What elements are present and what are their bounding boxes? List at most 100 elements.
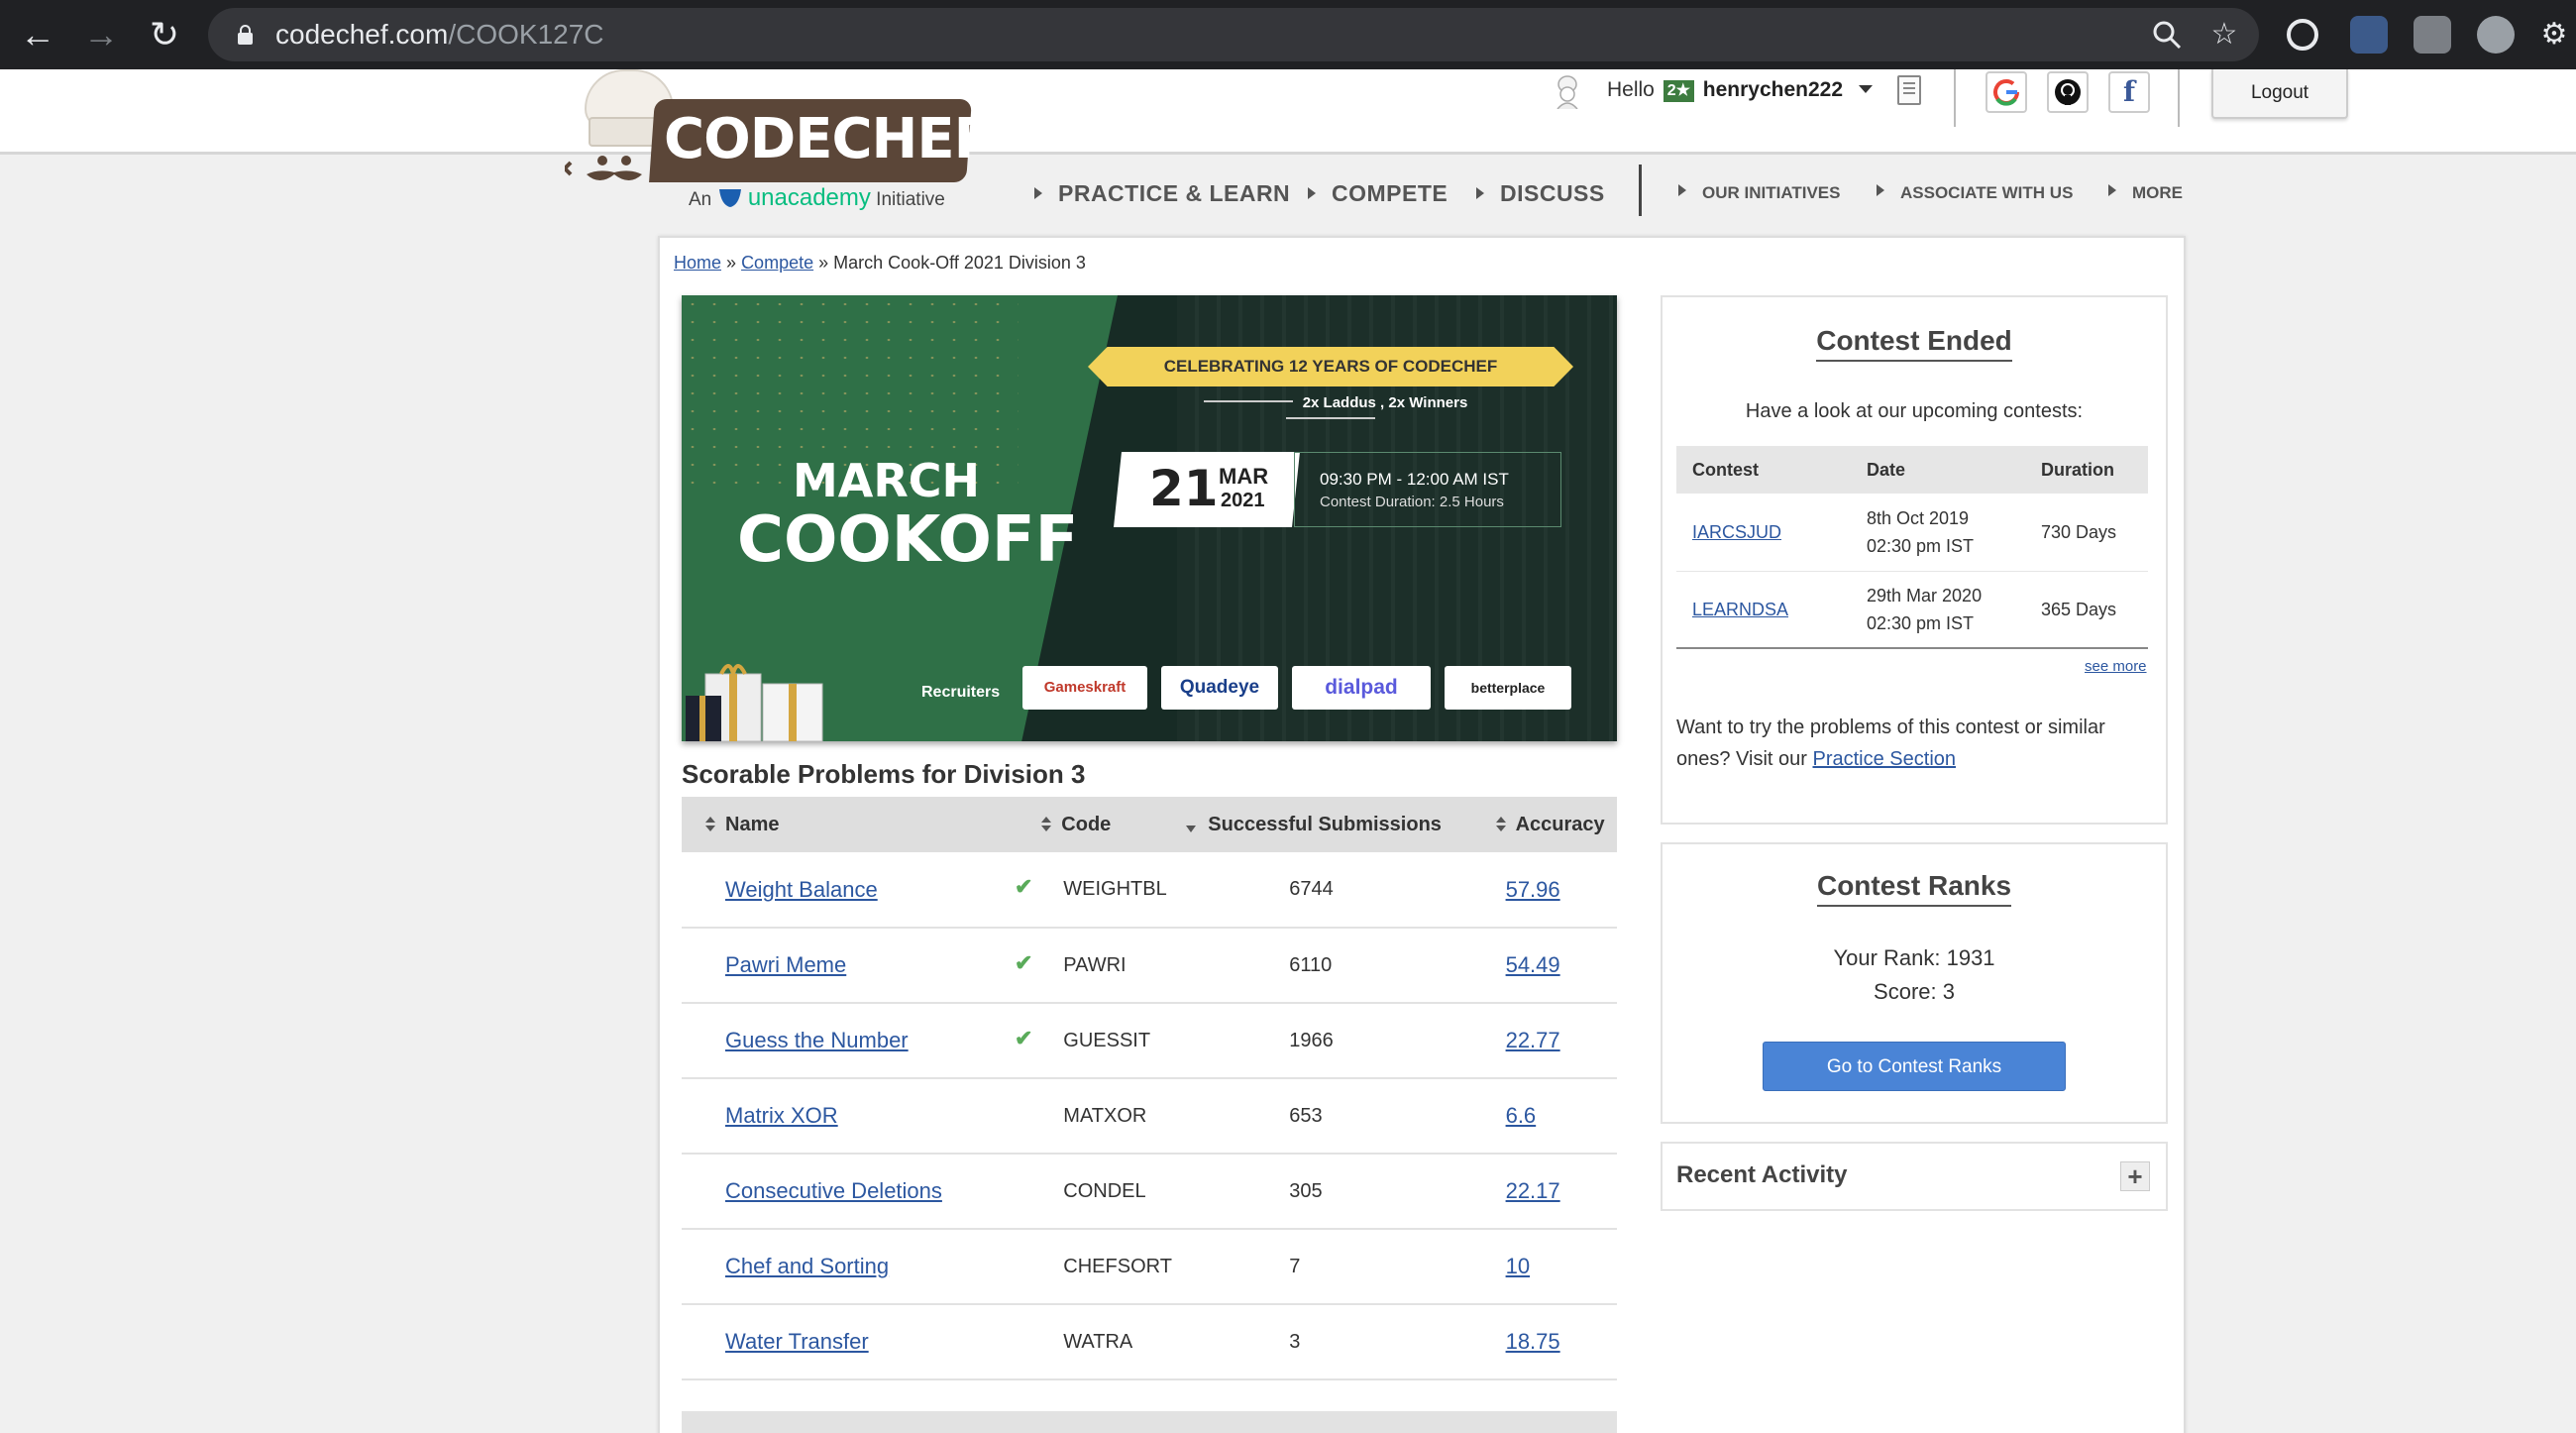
col-code[interactable]: Code	[1004, 797, 1181, 852]
nav-compete[interactable]: COMPETE	[1308, 178, 1448, 208]
banner-month: MAR	[1219, 464, 1269, 489]
problem-code: MATXOR	[1004, 1078, 1181, 1155]
practice-prompt: Want to try the problems of this contest…	[1676, 716, 2105, 770]
problem-code: CHEFSORT	[1004, 1229, 1181, 1305]
practice-section-link[interactable]: Practice Section	[1813, 748, 1957, 770]
address-bar[interactable]: codechef.com/COOK127C ☆	[208, 8, 2259, 61]
breadcrumb-compete[interactable]: Compete	[741, 253, 813, 273]
extension-sword-icon[interactable]	[2350, 16, 2388, 54]
accuracy-link[interactable]: 54.49	[1506, 952, 1560, 977]
your-rank: Your Rank: 1931	[1833, 945, 1995, 970]
bookmark-star-icon[interactable]: ☆	[2207, 18, 2241, 52]
accuracy-link[interactable]: 22.17	[1506, 1178, 1560, 1203]
solved-check-icon: ✔	[1015, 874, 1033, 899]
problem-link[interactable]: Pawri Meme	[725, 952, 846, 977]
problem-link[interactable]: Chef and Sorting	[725, 1254, 889, 1278]
sort-desc-icon	[1186, 825, 1197, 832]
contest-duration-cell: 365 Days	[2025, 571, 2148, 649]
expand-plus-icon[interactable]: +	[2120, 1161, 2150, 1191]
banner-year: 2021	[1221, 490, 1265, 511]
problem-link[interactable]: Water Transfer	[725, 1329, 869, 1354]
problem-link[interactable]: Weight Balance	[725, 877, 878, 902]
table-row: IARCSJUD 8th Oct 2019 02:30 pm IST 730 Days	[1676, 494, 2148, 572]
problem-code: CONDEL	[1004, 1154, 1181, 1230]
banner-recruiters-label: Recruiters	[921, 684, 1001, 701]
submission-count: 6110	[1180, 928, 1482, 1004]
breadcrumb-home[interactable]: Home	[674, 253, 721, 273]
breadcrumb-current: March Cook-Off 2021 Division 3	[833, 253, 1086, 273]
submission-count: 653	[1180, 1078, 1482, 1155]
accuracy-cell: 6.6	[1481, 1078, 1617, 1155]
problem-link[interactable]: Consecutive Deletions	[725, 1178, 942, 1203]
nav-practice-learn[interactable]: PRACTICE & LEARN	[1034, 178, 1290, 208]
see-more-link[interactable]: see more	[2085, 658, 2147, 675]
accuracy-link[interactable]: 18.75	[1506, 1329, 1560, 1354]
unacademy-tagline: An unacademy Initiative	[689, 184, 945, 211]
facebook-icon[interactable]: f	[2108, 71, 2150, 113]
github-icon[interactable]	[2047, 71, 2089, 113]
submission-count: 7	[1180, 1229, 1482, 1305]
go-to-contest-ranks-button[interactable]: Go to Contest Ranks	[1763, 1042, 2066, 1091]
user-menu[interactable]: Hello 2★ henrychen222	[1607, 75, 1873, 105]
nav-our-initiatives[interactable]: OUR INITIATIVES	[1678, 178, 1840, 208]
user-avatar-icon[interactable]	[1554, 75, 1581, 109]
banner-prize: 2x Laddus , 2x Winners	[1142, 394, 1519, 428]
col-date: Date	[1851, 446, 2025, 494]
zoom-search-icon[interactable]	[2150, 18, 2184, 52]
contest-link[interactable]: IARCSJUD	[1692, 522, 1781, 542]
your-score: Score: 3	[1874, 979, 1955, 1004]
accuracy-link[interactable]: 6.6	[1506, 1103, 1537, 1128]
submission-count: 305	[1180, 1154, 1482, 1230]
extension-sword-gray-icon[interactable]	[2414, 16, 2451, 54]
problem-name-cell: Guess the Number ✔	[682, 1003, 1032, 1079]
banner-ribbon: CELEBRATING 12 YEARS OF CODECHEF	[1088, 347, 1573, 386]
table-row: Matrix XOR MATXOR 653 6.6	[682, 1078, 1617, 1155]
caret-right-icon	[1678, 184, 1686, 196]
caret-right-icon	[1476, 187, 1484, 199]
back-arrow-icon[interactable]: ←	[16, 13, 59, 56]
contest-ended-title: Contest Ended	[1663, 325, 2166, 362]
problem-link[interactable]: Matrix XOR	[725, 1103, 838, 1128]
problem-link[interactable]: Guess the Number	[725, 1028, 909, 1052]
extensions-puzzle-icon[interactable]: ⚙	[2532, 13, 2576, 56]
user-star-badge: 2★	[1663, 80, 1694, 102]
nav-discuss[interactable]: DISCUSS	[1476, 178, 1605, 208]
caret-right-icon	[1308, 187, 1316, 199]
col-successful-submissions[interactable]: Successful Submissions	[1180, 797, 1482, 852]
logout-button[interactable]: Logout	[2211, 69, 2348, 119]
banner-time: 09:30 PM - 12:00 AM IST	[1320, 470, 1509, 489]
accuracy-link[interactable]: 10	[1506, 1254, 1530, 1278]
caret-right-icon	[1877, 184, 1884, 196]
problem-name-cell: Water Transfer	[682, 1304, 1005, 1380]
contest-link[interactable]: LEARNDSA	[1692, 600, 1788, 619]
accuracy-link[interactable]: 22.77	[1506, 1028, 1560, 1052]
accuracy-cell: 57.96	[1481, 852, 1617, 929]
caret-right-icon	[1034, 187, 1042, 199]
codechef-logo[interactable]: CODECHEF An unacademy Initiative	[555, 69, 992, 218]
contest-date-cell: 29th Mar 2020 02:30 pm IST	[1851, 571, 2025, 649]
chevron-down-icon[interactable]	[1858, 85, 1873, 93]
col-duration: Duration	[2025, 446, 2148, 494]
problem-name-cell: Pawri Meme ✔	[682, 928, 1032, 1004]
upcoming-subtitle: Have a look at our upcoming contests:	[1745, 400, 2084, 422]
notes-icon[interactable]	[1897, 75, 1921, 105]
nav-more[interactable]: MORE	[2108, 178, 2183, 208]
nav-associate-with-us[interactable]: ASSOCIATE WITH US	[1877, 178, 2073, 208]
forward-arrow-icon[interactable]: →	[79, 13, 123, 56]
contest-duration-cell: 730 Days	[2025, 494, 2148, 572]
table-row: Chef and Sorting CHEFSORT 7 10	[682, 1229, 1617, 1305]
accuracy-link[interactable]: 57.96	[1506, 877, 1560, 902]
banner-duration: Contest Duration: 2.5 Hours	[1320, 494, 1504, 510]
table-row: Weight Balance ✔ WEIGHTBL 6744 57.96	[682, 852, 1617, 929]
extension-target-icon[interactable]	[2287, 19, 2318, 51]
table-row: Consecutive Deletions CONDEL 305 22.17	[682, 1154, 1617, 1230]
extension-chat-icon[interactable]	[2477, 16, 2515, 54]
col-name[interactable]: Name	[682, 797, 1005, 852]
lock-icon	[238, 25, 253, 45]
col-accuracy[interactable]: Accuracy	[1481, 797, 1617, 852]
table-footer	[682, 1411, 1617, 1433]
google-icon[interactable]	[1986, 71, 2027, 113]
reload-icon[interactable]: ↻	[143, 13, 186, 56]
table-row: Pawri Meme ✔ PAWRI 6110 54.49	[682, 928, 1617, 1004]
upcoming-contests-table: Contest Date Duration IARCSJUD 8th Oct 20…	[1676, 446, 2148, 649]
